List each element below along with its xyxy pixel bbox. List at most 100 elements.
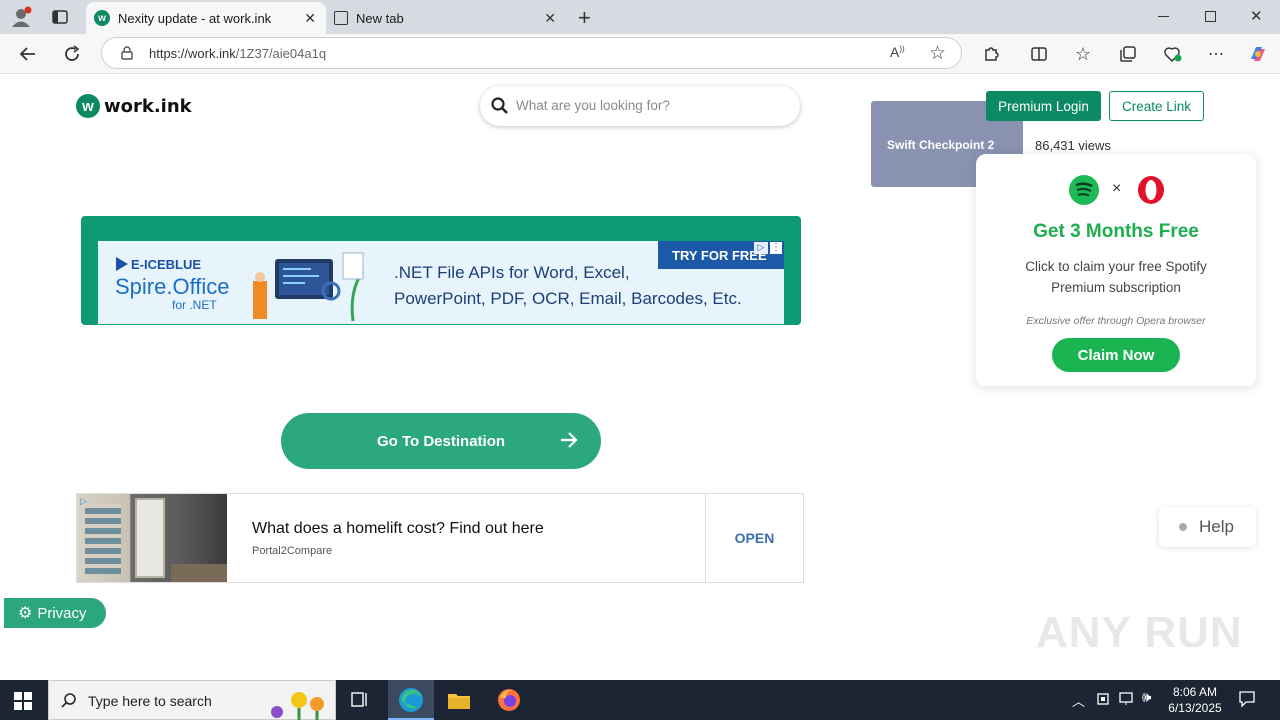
read-aloud-icon[interactable]: A)) xyxy=(890,44,905,60)
site-logo[interactable]: w work.ink xyxy=(76,94,192,118)
url-text: https://work.ink/1Z37/aie04a1q xyxy=(149,46,326,61)
browser-essentials-icon[interactable] xyxy=(1158,40,1186,68)
page-content: w work.ink What are you looking for? Swi… xyxy=(4,74,1276,677)
help-button[interactable]: Help xyxy=(1159,507,1256,547)
ad-line-2: PowerPoint, PDF, OCR, Email, Barcodes, E… xyxy=(394,289,742,308)
notifications-icon[interactable] xyxy=(1238,690,1256,711)
create-link-button[interactable]: Create Link xyxy=(1109,91,1204,121)
ad-menu-icon[interactable]: ⋮ xyxy=(770,242,782,254)
ad-headline[interactable]: What does a homelift cost? Find out here xyxy=(252,520,544,538)
popup-body: Click to claim your free Spotify Premium… xyxy=(1025,259,1207,295)
search-input[interactable]: What are you looking for? xyxy=(480,86,800,126)
side-card-views: 86,431 views xyxy=(1035,138,1111,153)
popup-title: Get 3 Months Free xyxy=(1033,221,1199,242)
flowers-decoration-icon xyxy=(259,684,335,725)
tab-actions-icon[interactable] xyxy=(52,9,68,25)
search-placeholder: What are you looking for? xyxy=(516,98,670,113)
privacy-button[interactable]: ⚙ Privacy xyxy=(4,598,106,628)
anyrun-watermark: ANY RUN xyxy=(1036,608,1243,658)
windows-taskbar: Type here to search ︿ 🕪 8:06 AM 6/13/202… xyxy=(0,680,1280,720)
watermark-text: ANY RUN xyxy=(1036,608,1243,657)
profile-icon[interactable] xyxy=(10,6,32,28)
popup-note: Exclusive offer through Opera browser xyxy=(1026,315,1206,327)
help-label: Help xyxy=(1199,517,1234,536)
network-icon[interactable] xyxy=(1096,692,1110,709)
extensions-icon[interactable] xyxy=(977,40,1005,68)
show-hidden-icons-icon[interactable]: ︿ xyxy=(1072,691,1085,710)
logo-text: work.ink xyxy=(104,95,192,117)
url-host: https://work.ink xyxy=(149,46,236,61)
adchoices-icon[interactable]: ▷ xyxy=(80,496,87,507)
url-path: /1Z37/aie04a1q xyxy=(235,46,327,61)
opera-icon xyxy=(1136,175,1166,210)
close-tab-icon[interactable]: ✕ xyxy=(304,10,316,27)
search-icon xyxy=(491,97,509,120)
help-dot-icon xyxy=(1179,523,1187,531)
copilot-icon[interactable] xyxy=(1244,40,1272,68)
banner-ad-content[interactable]: E-ICEBLUE Spire.Office for .NET .NET Fil… xyxy=(98,241,784,324)
clock[interactable]: 8:06 AM 6/13/2025 xyxy=(1166,684,1224,716)
back-arrow-icon[interactable] xyxy=(14,40,42,68)
edge-taskbar-icon[interactable] xyxy=(388,680,434,720)
split-screen-icon[interactable] xyxy=(1025,40,1053,68)
file-explorer-icon[interactable] xyxy=(447,690,471,715)
ad-illustration xyxy=(253,251,373,324)
ad-line-1: .NET File APIs for Word, Excel, xyxy=(394,263,630,282)
windows-start-icon[interactable] xyxy=(14,692,32,715)
ad-source: Portal2Compare xyxy=(252,545,333,557)
tab-strip: w Nexity update - at work.ink ✕ New tab … xyxy=(0,0,1280,34)
spotify-icon xyxy=(1068,174,1100,211)
go-to-destination-button[interactable]: Go To Destination xyxy=(281,413,601,469)
address-bar[interactable]: https://work.ink/1Z37/aie04a1q A)) ☆ xyxy=(101,37,962,69)
ethernet-icon[interactable] xyxy=(1119,692,1135,709)
native-ad[interactable]: ▷ What does a homelift cost? Find out he… xyxy=(76,493,804,583)
work-ink-favicon: w xyxy=(94,10,110,26)
volume-icon[interactable]: 🕪 xyxy=(1142,689,1151,706)
arrow-right-icon xyxy=(559,430,579,454)
close-window-icon[interactable]: ✕ xyxy=(1250,7,1263,25)
firefox-icon[interactable] xyxy=(497,688,521,717)
collections-icon[interactable] xyxy=(1114,40,1142,68)
task-view-icon[interactable] xyxy=(350,691,370,714)
clock-date: 6/13/2025 xyxy=(1168,701,1222,715)
favorites-icon[interactable]: ☆ xyxy=(1069,40,1097,68)
tab-title: Nexity update - at work.ink xyxy=(118,10,272,26)
side-card-title: Swift Checkpoint 2 xyxy=(887,138,995,152)
claim-now-label: Claim Now xyxy=(1077,346,1155,364)
close-tab-icon[interactable]: ✕ xyxy=(544,10,556,27)
site-info-icon[interactable] xyxy=(119,45,135,66)
tab-work-ink[interactable]: w Nexity update - at work.ink ✕ xyxy=(86,2,326,34)
browser-toolbar: https://work.ink/1Z37/aie04a1q A)) ☆ ☆ ⋯ xyxy=(0,34,1280,74)
ad-brand-top: E-ICEBLUE xyxy=(131,257,202,272)
work-ink-logo-icon: w xyxy=(76,94,100,118)
eiceblue-logo-icon xyxy=(116,257,128,271)
new-tab-icon[interactable]: + xyxy=(578,5,591,31)
more-icon[interactable]: ⋯ xyxy=(1202,40,1230,68)
search-icon xyxy=(61,692,77,713)
minimize-icon[interactable] xyxy=(1158,16,1169,17)
adchoices-icon[interactable]: ▷ xyxy=(754,242,768,254)
spotify-offer-popup: × Get 3 Months Free Click to claim your … xyxy=(976,154,1256,386)
new-tab-favicon xyxy=(334,11,348,25)
tab-title: New tab xyxy=(356,10,404,26)
privacy-label: Privacy xyxy=(37,604,87,622)
go-to-destination-label: Go To Destination xyxy=(376,432,506,450)
restore-icon[interactable] xyxy=(1205,11,1216,22)
gear-icon: ⚙ xyxy=(18,605,33,622)
tab-new-tab[interactable]: New tab ✕ xyxy=(326,2,566,34)
star-icon[interactable]: ☆ xyxy=(929,42,946,65)
banner-ad[interactable]: E-ICEBLUE Spire.Office for .NET .NET Fil… xyxy=(81,216,801,325)
taskbar-search-input[interactable]: Type here to search xyxy=(48,680,336,720)
clock-time: 8:06 AM xyxy=(1172,685,1218,699)
times-sign: × xyxy=(1112,180,1122,197)
ad-brand-sub: for .NET xyxy=(172,298,217,312)
ad-cta-label: TRY FOR FREE xyxy=(672,247,767,263)
ad-open-label: OPEN xyxy=(734,530,775,546)
premium-login-button[interactable]: Premium Login xyxy=(986,91,1101,121)
ad-brand-main: Spire.Office xyxy=(115,274,230,299)
taskbar-search-placeholder: Type here to search xyxy=(88,693,212,709)
claim-now-button[interactable]: Claim Now xyxy=(1052,338,1180,372)
ad-open-button[interactable]: OPEN xyxy=(705,494,803,582)
reload-icon[interactable] xyxy=(58,40,86,68)
ad-thumbnail-image xyxy=(77,494,227,582)
